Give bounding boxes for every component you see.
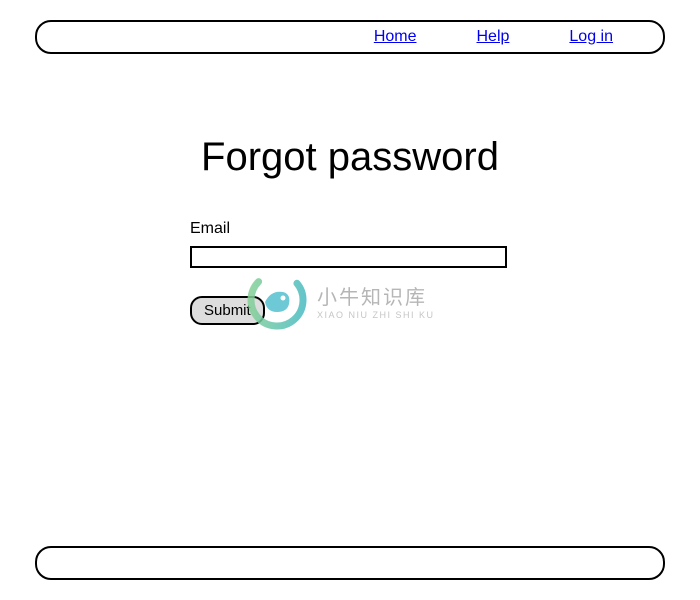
email-label: Email [190, 220, 510, 238]
email-field[interactable] [190, 246, 507, 268]
nav-home-link[interactable]: Home [374, 28, 417, 46]
page-title: Forgot password [0, 135, 700, 180]
footer-bar [35, 546, 665, 580]
nav-help-link[interactable]: Help [477, 28, 510, 46]
nav-login-link[interactable]: Log in [569, 28, 613, 46]
header-bar: Home Help Log in [35, 20, 665, 54]
submit-button[interactable]: Submit [190, 296, 265, 325]
forgot-password-form: Email Submit [190, 220, 510, 325]
